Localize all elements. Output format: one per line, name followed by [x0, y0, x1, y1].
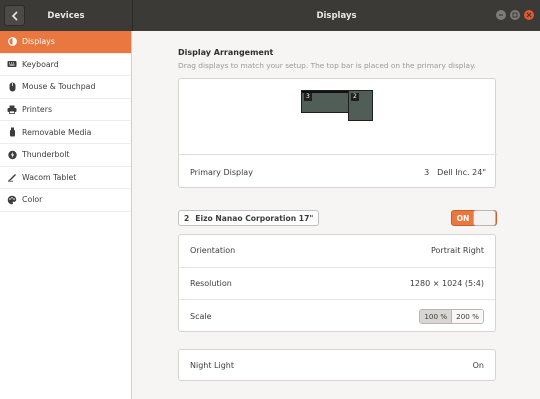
window-title: Displays [316, 10, 357, 21]
minimize-button[interactable] [496, 10, 506, 20]
sidebar-item-printers[interactable]: Printers [0, 99, 131, 122]
primary-display-value: 3 Dell Inc. 24" [424, 168, 486, 177]
sidebar-item-keyboard[interactable]: Keyboard [0, 54, 131, 77]
primary-display-label: Primary Display [190, 167, 253, 177]
display-settings: Orientation Portrait Right Resolution 12… [178, 234, 496, 332]
resolution-row[interactable]: Resolution 1280 × 1024 (5:4) [179, 268, 495, 300]
sidebar-item-displays[interactable]: Displays [0, 31, 131, 54]
night-light-row[interactable]: Night Light On [178, 349, 496, 381]
panel-title: Devices [47, 10, 85, 21]
window-controls [496, 10, 534, 20]
resolution-value: 1280 × 1024 (5:4) [409, 278, 484, 288]
orientation-value: Portrait Right [430, 246, 484, 256]
sidebar-item-label: Thunderbolt [22, 150, 70, 160]
sidebar-item-wacom-tablet[interactable]: Wacom Tablet [0, 167, 131, 190]
night-light-label: Night Light [190, 360, 234, 370]
color-icon [7, 195, 17, 205]
display-number: 2 [184, 213, 190, 223]
monitor-number: 3 [304, 93, 312, 101]
keyboard-icon [7, 59, 17, 69]
scale-100-button[interactable]: 100 % [420, 309, 452, 323]
orientation-row[interactable]: Orientation Portrait Right [179, 235, 495, 268]
switch-knob [473, 210, 496, 226]
primary-display-name: Dell Inc. 24" [437, 167, 486, 177]
scale-row: Scale 100 % 200 % [179, 300, 495, 333]
removable-media-icon [7, 127, 17, 137]
display-name: Eizo Nanao Corporation 17" [195, 213, 314, 223]
display-enable-switch[interactable]: ON [451, 210, 497, 226]
mouse-icon [7, 82, 17, 92]
printer-icon [7, 105, 17, 115]
arrangement-box: 3 2 Primary Display 3 Dell Inc. 24" [178, 78, 497, 189]
selected-display-label: 2 Eizo Nanao Corporation 17" [178, 210, 320, 226]
sidebar-item-color[interactable]: Color [0, 189, 131, 212]
sidebar-item-label: Wacom Tablet [22, 172, 77, 182]
close-button[interactable] [524, 10, 534, 20]
monitor-number: 2 [351, 93, 359, 101]
minimize-icon [499, 14, 503, 16]
orientation-label: Orientation [190, 246, 236, 256]
monitor-2[interactable]: 2 [348, 90, 373, 121]
arrangement-canvas: 3 2 [179, 79, 497, 155]
primary-display-row[interactable]: Primary Display 3 Dell Inc. 24" [179, 155, 497, 189]
switch-label: ON [456, 213, 470, 223]
thunderbolt-icon [7, 150, 17, 160]
sidebar-item-removable-media[interactable]: Removable Media [0, 121, 131, 144]
header-bar: Devices Displays [0, 0, 540, 31]
sidebar-item-thunderbolt[interactable]: Thunderbolt [0, 144, 131, 167]
sidebar-item-mouse-touchpad[interactable]: Mouse & Touchpad [0, 76, 131, 99]
sidebar-item-label: Color [22, 195, 43, 205]
displays-panel: Display Arrangement Drag displays to mat… [133, 31, 540, 399]
sidebar-item-label: Mouse & Touchpad [22, 82, 96, 92]
close-icon [526, 12, 532, 18]
maximize-button[interactable] [510, 10, 520, 20]
arrangement-title: Display Arrangement [178, 48, 274, 57]
arrangement-subtitle: Drag displays to match your setup. The t… [178, 61, 476, 70]
display-icon [7, 37, 17, 47]
tablet-icon [7, 172, 17, 182]
sidebar-item-label: Keyboard [22, 59, 59, 69]
maximize-icon [512, 12, 518, 18]
sidebar-item-label: Displays [22, 37, 55, 47]
sidebar-item-label: Printers [22, 105, 52, 115]
sidebar: Displays Keyboard Mouse & Touchpad Print… [0, 31, 132, 399]
resolution-label: Resolution [190, 278, 232, 288]
night-light-value: On [472, 360, 484, 370]
sidebar-item-label: Removable Media [22, 127, 92, 137]
monitor-3[interactable]: 3 [301, 90, 351, 113]
scale-label: Scale [190, 311, 212, 321]
scale-selector: 100 % 200 % [419, 308, 484, 324]
scale-200-button[interactable]: 200 % [451, 309, 483, 323]
primary-display-number: 3 [424, 167, 430, 177]
